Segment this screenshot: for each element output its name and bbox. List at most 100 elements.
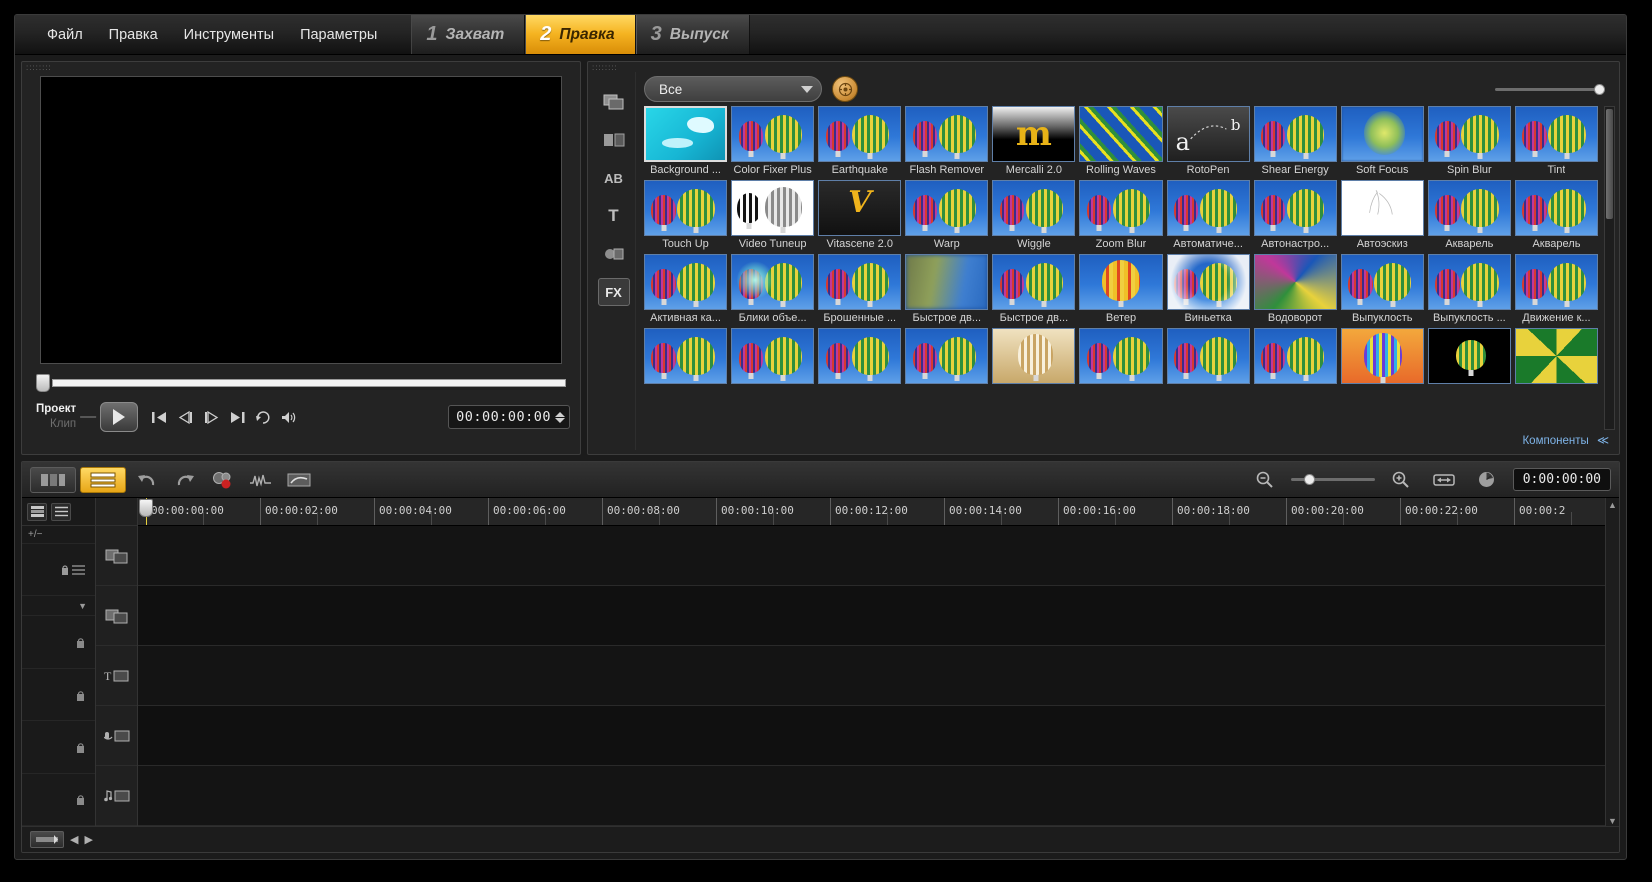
track-lock-row-5[interactable] (22, 774, 95, 826)
effect-item[interactable]: Автонастро... (1254, 180, 1337, 250)
library-grip[interactable]: :::::::: (592, 65, 618, 71)
effect-thumbnail[interactable] (1079, 328, 1162, 384)
panel-grip[interactable]: :::::::: (26, 65, 52, 71)
effect-thumbnail[interactable] (1428, 254, 1511, 310)
effect-thumbnail[interactable]: m (992, 106, 1075, 162)
menu-item-file[interactable]: Файл (35, 21, 95, 49)
scroll-left-button[interactable]: ◀ (70, 833, 78, 846)
effect-item[interactable]: Выпуклость ... (1428, 254, 1511, 324)
track-list-button[interactable] (51, 503, 71, 521)
effect-thumbnail[interactable] (1341, 328, 1424, 384)
effect-thumbnail[interactable] (644, 328, 727, 384)
effect-thumbnail[interactable]: a b (1167, 106, 1250, 162)
effect-item[interactable]: Flash Remover (905, 106, 988, 176)
timeline-zoom-slider[interactable] (1291, 474, 1375, 485)
timeline-slider-knob[interactable] (1304, 474, 1315, 485)
record-capture-button[interactable] (206, 467, 240, 493)
effect-item[interactable] (1167, 328, 1250, 386)
effect-thumbnail[interactable] (992, 180, 1075, 236)
scrub-bar[interactable] (36, 374, 566, 392)
effect-thumbnail[interactable] (818, 328, 901, 384)
menu-item-settings[interactable]: Параметры (288, 21, 389, 49)
menu-item-edit[interactable]: Правка (97, 21, 170, 49)
effect-item[interactable]: Водоворот (1254, 254, 1337, 324)
effect-item[interactable]: Touch Up (644, 180, 727, 250)
effect-item[interactable]: Быстрое дв... (905, 254, 988, 324)
library-tab-graphic[interactable] (598, 240, 630, 268)
effect-item[interactable]: Автоматиче... (1167, 180, 1250, 250)
effect-thumbnail[interactable] (1515, 180, 1598, 236)
effect-thumbnail[interactable] (905, 180, 988, 236)
effect-thumbnail[interactable] (644, 180, 727, 236)
track-lane-voice[interactable] (138, 706, 1605, 766)
effect-thumbnail[interactable] (818, 106, 901, 162)
slider-knob[interactable] (1594, 84, 1605, 95)
effect-thumbnail[interactable] (1341, 106, 1424, 162)
thumbnail-size-slider[interactable] (1495, 84, 1605, 95)
effect-thumbnail[interactable] (1167, 328, 1250, 384)
effect-thumbnail[interactable] (644, 254, 727, 310)
effect-thumbnail[interactable] (1428, 180, 1511, 236)
track-lock-row-1[interactable] (22, 544, 95, 596)
effect-thumbnail[interactable] (1167, 254, 1250, 310)
components-link[interactable]: Компоненты ≪ (1522, 433, 1609, 447)
library-options-button[interactable] (832, 76, 858, 102)
timeline-view-button[interactable] (80, 467, 126, 493)
menu-item-tools[interactable]: Инструменты (172, 21, 286, 49)
track-lock-row-3[interactable] (22, 669, 95, 721)
skip-end-button[interactable] (224, 404, 250, 430)
effect-item[interactable]: Быстрое дв... (992, 254, 1075, 324)
track-head-music[interactable] (96, 766, 137, 826)
effect-item[interactable] (1341, 328, 1424, 386)
effect-item[interactable]: Брошенные ... (818, 254, 901, 324)
effect-thumbnail[interactable] (731, 180, 814, 236)
effect-item[interactable]: Акварель (1515, 180, 1598, 250)
batch-convert-button[interactable] (282, 467, 316, 493)
mode-project-label[interactable]: Проект (36, 402, 76, 417)
fit-project-button[interactable] (1427, 467, 1461, 493)
library-tab-transition[interactable] (598, 126, 630, 154)
step-tab-capture[interactable]: 1 Захват (411, 15, 525, 54)
track-head-voice[interactable] (96, 706, 137, 766)
effect-item[interactable]: Soft Focus (1341, 106, 1424, 176)
add-remove-track-row[interactable]: +/− (22, 526, 95, 544)
next-frame-button[interactable] (198, 404, 224, 430)
effect-item[interactable] (1254, 328, 1337, 386)
effect-thumbnail[interactable] (905, 254, 988, 310)
effect-item[interactable]: Акварель (1428, 180, 1511, 250)
effect-thumbnail[interactable] (1079, 180, 1162, 236)
spinner-up-icon[interactable] (555, 412, 565, 417)
expand-tracks-row[interactable]: ▼ (22, 596, 95, 616)
scroll-up-icon[interactable]: ▲ (1608, 500, 1617, 510)
slider-track[interactable] (1495, 88, 1600, 91)
timecode-spinner[interactable] (555, 412, 565, 423)
track-lane-title[interactable] (138, 646, 1605, 706)
library-tab-media[interactable] (598, 88, 630, 116)
scroll-right-button[interactable]: ▶ (84, 833, 92, 846)
preview-screen[interactable] (40, 76, 562, 364)
preview-timecode[interactable]: 00:00:00:00 (448, 405, 570, 429)
mode-clip-label[interactable]: Клип (50, 417, 76, 432)
effect-item[interactable]: Zoom Blur (1079, 180, 1162, 250)
library-tab-text[interactable]: T (598, 202, 630, 230)
effect-item[interactable]: Автоэскиз (1341, 180, 1424, 250)
scrollbar-thumb[interactable] (1606, 109, 1613, 219)
redo-button[interactable] (168, 467, 202, 493)
prev-frame-button[interactable] (172, 404, 198, 430)
effect-thumbnail[interactable] (1254, 106, 1337, 162)
effect-item[interactable] (1428, 328, 1511, 386)
scroll-down-icon[interactable]: ▼ (1608, 816, 1617, 826)
effect-thumbnail[interactable] (1515, 328, 1598, 384)
effect-thumbnail[interactable] (1254, 254, 1337, 310)
timeline-scroll-button[interactable] (30, 831, 64, 848)
spinner-down-icon[interactable] (555, 418, 565, 423)
step-tab-share[interactable]: 3 Выпуск (636, 15, 750, 54)
effect-item[interactable] (731, 328, 814, 386)
track-lane-video[interactable] (138, 526, 1605, 586)
undo-button[interactable] (130, 467, 164, 493)
repeat-button[interactable] (250, 404, 276, 430)
effect-item[interactable] (905, 328, 988, 386)
effect-thumbnail[interactable] (1167, 180, 1250, 236)
library-tab-fx[interactable]: FX (598, 278, 630, 306)
effect-thumbnail[interactable] (1515, 106, 1598, 162)
